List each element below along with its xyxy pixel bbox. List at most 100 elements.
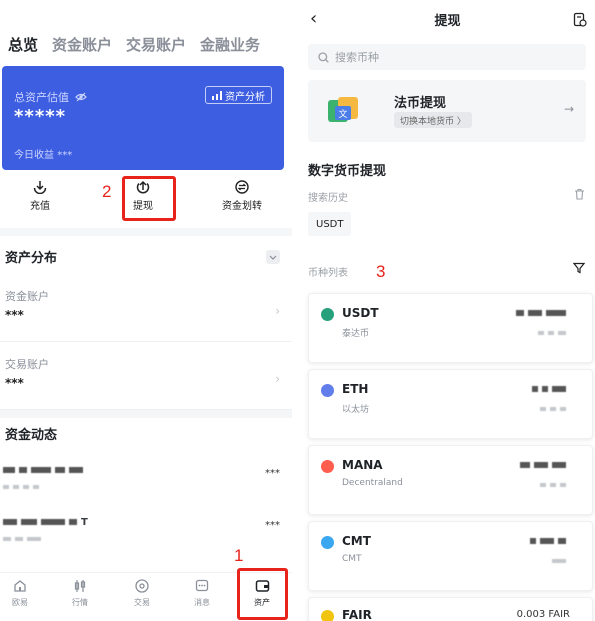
records-icon[interactable]: [573, 12, 587, 27]
account-name: 资金账户: [5, 290, 49, 303]
activity-suffix: T: [81, 517, 88, 528]
page-title: 提现: [434, 14, 461, 29]
today-earnings-label: 今日收益: [14, 150, 54, 161]
coin-balance: [530, 536, 570, 547]
deposit-button[interactable]: 充值: [12, 180, 68, 212]
trade-icon: [135, 579, 149, 593]
coin-item-usdt[interactable]: USDT 泰达币: [308, 293, 593, 363]
funding-account-row[interactable]: 资金账户 *** ›: [0, 274, 292, 342]
fund-activity-row[interactable]: T ***: [0, 504, 292, 556]
withdraw-screen: ‹ 提现 搜索币种 文 法币提现 切换本地货币 〉 → 数字货币提现 搜索历史 …: [300, 0, 595, 621]
nav-messages-label: 消息: [194, 598, 210, 607]
total-assets-value: *****: [14, 106, 67, 127]
activity-amount: ***: [265, 520, 280, 531]
coin-fiat-value: [540, 404, 570, 413]
fiat-withdraw-title: 法币提现: [394, 96, 447, 111]
eye-hidden-icon[interactable]: [75, 92, 87, 102]
crypto-withdraw-title: 数字货币提现: [308, 164, 387, 179]
coin-name: 以太坊: [342, 405, 370, 415]
activity-time: [3, 482, 43, 492]
coin-symbol: USDT: [342, 306, 379, 320]
activity-amount: ***: [265, 468, 280, 479]
candlestick-icon: [74, 580, 86, 592]
coin-balance: [516, 308, 570, 319]
fair-icon: [321, 610, 334, 621]
asset-distribution-title: 资产分布: [5, 251, 58, 266]
switch-local-currency-button[interactable]: 切换本地货币 〉: [394, 112, 472, 128]
eth-icon: [321, 384, 334, 397]
deposit-label: 充值: [30, 201, 50, 212]
activity-description: [3, 462, 87, 476]
coin-symbol: FAIR: [342, 608, 372, 621]
transfer-icon: [235, 180, 249, 194]
search-icon: [318, 51, 329, 63]
deposit-icon: [33, 181, 47, 194]
step-2-highlight: [122, 176, 176, 221]
nav-markets[interactable]: 行情: [58, 579, 102, 608]
fiat-currency-icon: 文: [328, 97, 358, 122]
usdt-icon: [321, 308, 334, 321]
trading-account-row[interactable]: 交易账户 *** ›: [0, 342, 292, 410]
coin-item-mana[interactable]: MANA Decentraland: [308, 445, 593, 515]
history-chip-usdt[interactable]: USDT: [308, 212, 352, 236]
step-3-marker: 3: [376, 262, 386, 281]
trash-icon[interactable]: [574, 188, 585, 200]
assets-screen: 总览 资金账户 交易账户 金融业务 总资产估值 ***** 资产分析 今日收益 …: [0, 0, 292, 621]
coin-balance: 0.003 FAIR: [516, 609, 570, 620]
search-history-label: 搜索历史: [308, 193, 348, 204]
fiat-withdraw-card[interactable]: 文 法币提现 切换本地货币 〉 →: [308, 80, 586, 142]
nav-markets-label: 行情: [72, 598, 88, 607]
coin-item-cmt[interactable]: CMT CMT: [308, 521, 593, 591]
section-divider: [0, 410, 292, 418]
coin-symbol: CMT: [342, 534, 371, 548]
asset-analysis-label: 资产分析: [225, 91, 265, 103]
account-value: ***: [5, 308, 24, 322]
tab-trading-account[interactable]: 交易账户: [126, 34, 186, 55]
coin-fiat-value: [552, 556, 570, 565]
fund-activity-title: 资金动态: [5, 428, 58, 443]
arrow-right-icon: →: [563, 102, 574, 116]
coin-list-label: 币种列表: [308, 268, 348, 279]
nav-trade-label: 交易: [134, 598, 150, 607]
nav-trade[interactable]: 交易: [120, 579, 164, 608]
bar-chart-icon: [212, 90, 222, 100]
tab-overview[interactable]: 总览: [8, 34, 38, 55]
nav-messages[interactable]: 消息: [180, 579, 224, 608]
activity-description: T: [3, 514, 88, 528]
coin-item-eth[interactable]: ETH 以太坊: [308, 369, 593, 439]
asset-analysis-button[interactable]: 资产分析: [205, 86, 272, 104]
nav-home[interactable]: 欧易: [0, 579, 42, 608]
fund-activity-row[interactable]: ***: [0, 452, 292, 504]
coin-search-input[interactable]: 搜索币种: [308, 44, 586, 70]
tab-funding-account[interactable]: 资金账户: [52, 34, 112, 55]
coin-balance: [520, 460, 570, 471]
coin-symbol: MANA: [342, 458, 383, 472]
activity-time: [3, 534, 45, 544]
total-assets-card: 总资产估值 ***** 资产分析 今日收益 ***: [2, 66, 284, 170]
mana-icon: [321, 460, 334, 473]
message-icon: [195, 579, 209, 592]
account-value: ***: [5, 376, 24, 390]
chevron-right-icon: ›: [275, 304, 280, 318]
tab-financial-services[interactable]: 金融业务: [200, 34, 260, 55]
search-placeholder: 搜索币种: [335, 51, 379, 64]
account-name: 交易账户: [5, 358, 49, 371]
chevron-down-icon: [269, 255, 277, 260]
collapse-distribution-button[interactable]: [266, 250, 280, 264]
filter-icon[interactable]: [573, 262, 585, 274]
nav-home-label: 欧易: [12, 598, 28, 607]
step-1-highlight: [237, 568, 288, 620]
coin-name: Decentraland: [342, 478, 403, 488]
coin-fiat-value: [540, 480, 570, 489]
chevron-right-icon: ›: [275, 372, 280, 386]
home-icon: [14, 580, 26, 592]
step-1-marker: 1: [234, 546, 244, 565]
today-earnings-value: ***: [57, 150, 73, 161]
section-divider: [0, 228, 292, 236]
transfer-button[interactable]: 资金划转: [212, 180, 272, 212]
coin-item-fair[interactable]: FAIR 0.003 FAIR: [308, 597, 593, 621]
asset-tabs: 总览 资金账户 交易账户 金融业务: [8, 34, 260, 55]
coin-balance: [532, 384, 570, 395]
coin-fiat-value: [538, 328, 570, 337]
coin-name: 泰达币: [342, 329, 370, 339]
